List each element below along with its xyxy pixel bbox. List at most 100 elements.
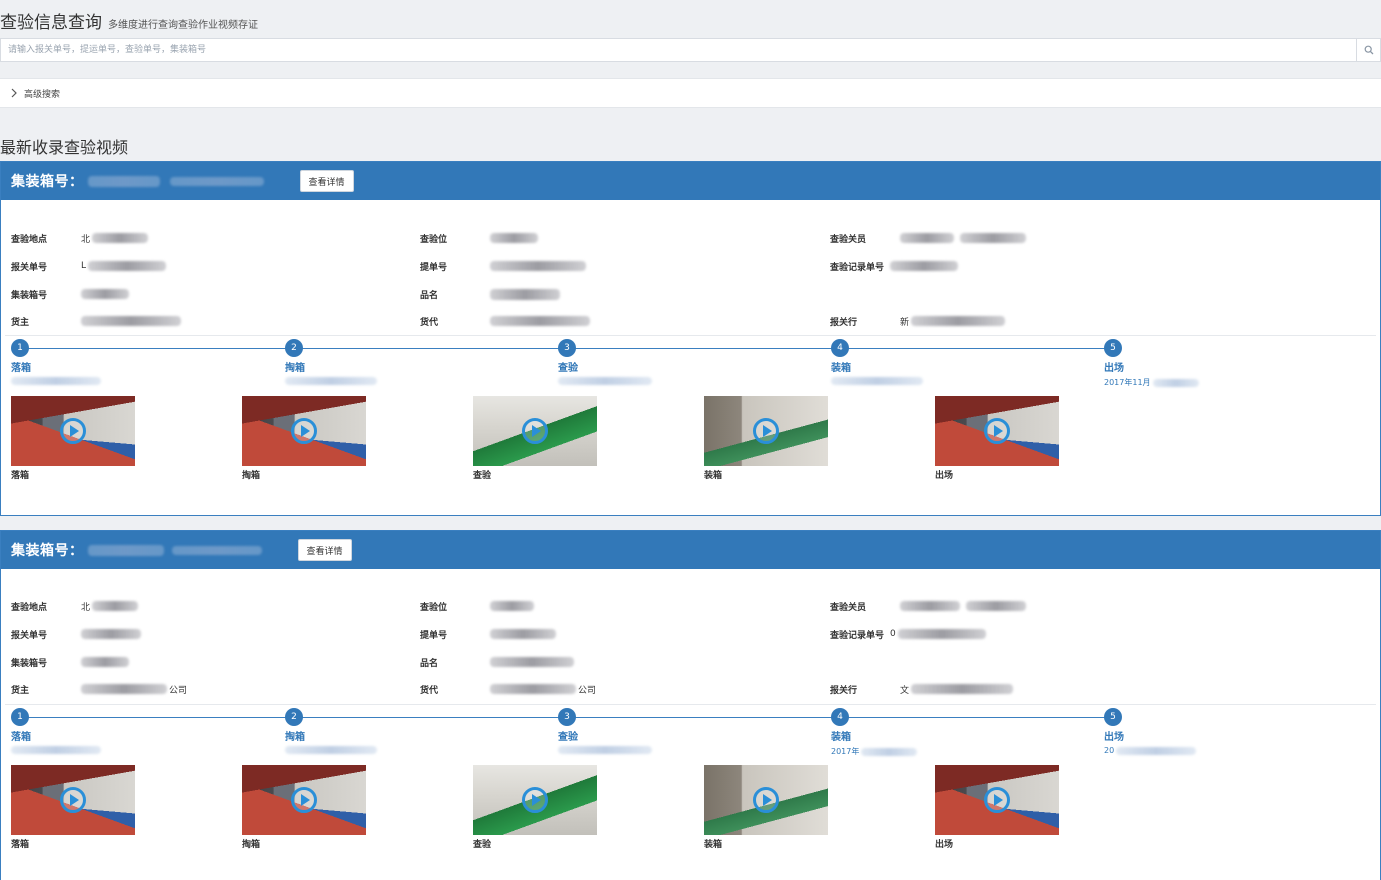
section-title: 最新收录查验视频 (0, 138, 129, 157)
record-card: 集装箱号： 查看详情 查验地点北 查验位 查验关员 报关单号 L 提单号 查验记录… (0, 161, 1381, 516)
position-value (490, 233, 538, 243)
location-value: 北 (81, 232, 149, 245)
video-thumbnail[interactable] (11, 396, 135, 466)
video-item[interactable]: 出场 (935, 396, 1059, 481)
forwarder-value: 公司 (490, 683, 596, 696)
play-icon[interactable] (753, 418, 779, 444)
officer-key: 查验关员 (830, 602, 867, 613)
video-list: 落箱 掏箱 查验 装箱 出场 (1, 396, 1380, 486)
owner-value: 公司 (81, 683, 187, 696)
officer-value (900, 601, 1026, 611)
product-key: 品名 (420, 658, 439, 669)
view-detail-button[interactable]: 查看详情 (299, 170, 354, 192)
location-key: 查验地点 (11, 234, 48, 245)
bill-value (490, 261, 586, 271)
video-thumbnail[interactable] (935, 765, 1059, 835)
declaration-value: L (81, 261, 167, 271)
card-header: 集装箱号： 查看详情 (1, 162, 1380, 200)
video-thumbnail[interactable] (11, 765, 135, 835)
play-icon[interactable] (522, 787, 548, 813)
advanced-search-label: 高级搜索 (24, 89, 61, 100)
timeline-step: 3 查验 (558, 339, 698, 385)
play-icon[interactable] (522, 418, 548, 444)
timeline-step: 2 掏箱 (285, 339, 425, 385)
play-icon[interactable] (753, 787, 779, 813)
owner-key: 货主 (11, 685, 30, 696)
video-thumbnail[interactable] (473, 765, 597, 835)
page-title: 查验信息查询 (0, 13, 102, 33)
broker-key: 报关行 (830, 317, 858, 328)
view-detail-button[interactable]: 查看详情 (297, 539, 352, 561)
play-icon[interactable] (291, 787, 317, 813)
card-header: 集装箱号： 查看详情 (1, 531, 1380, 569)
video-thumbnail[interactable] (242, 765, 366, 835)
info-grid: 查验地点北 查验位 查验关员 报关单号 提单号 查验记录单号 0 集装箱号 品名 … (5, 569, 1376, 705)
video-thumbnail[interactable] (473, 396, 597, 466)
position-value (490, 601, 534, 611)
video-item[interactable]: 装箱 (704, 396, 828, 481)
position-key: 查验位 (420, 602, 448, 613)
timeline-step: 5 出场 2017年11月 (1104, 339, 1244, 388)
record-value: 0 (890, 629, 986, 639)
video-item[interactable]: 查验 (473, 765, 597, 850)
timeline-step: 4 装箱 (831, 339, 971, 385)
broker-value: 新 (900, 315, 1006, 328)
video-item[interactable]: 查验 (473, 396, 597, 481)
timeline-step: 3 查验 (558, 708, 698, 754)
chevron-right-icon (10, 88, 20, 98)
location-value: 北 (81, 600, 139, 613)
video-item[interactable]: 掏箱 (242, 396, 366, 481)
play-icon[interactable] (291, 418, 317, 444)
bill-key: 提单号 (420, 630, 448, 641)
officer-key: 查验关员 (830, 234, 867, 245)
search-input[interactable] (1, 39, 1356, 61)
timeline: 1 落箱 2 掏箱 3 查验 4 装箱 5 出场 2017年11月 (1, 336, 1380, 396)
record-value (890, 261, 958, 271)
timeline-step: 1 落箱 (11, 339, 151, 385)
broker-key: 报关行 (830, 685, 858, 696)
video-thumbnail[interactable] (935, 396, 1059, 466)
video-thumbnail[interactable] (242, 396, 366, 466)
container-no-value (81, 657, 129, 667)
advanced-search-toggle[interactable]: 高级搜索 (0, 78, 1381, 108)
video-item[interactable]: 落箱 (11, 396, 135, 481)
container-no-value (81, 289, 129, 299)
timeline-step: 5 出场 20 (1104, 708, 1244, 755)
bill-key: 提单号 (420, 262, 448, 273)
video-thumbnail[interactable] (704, 765, 828, 835)
broker-value: 文 (900, 683, 1014, 696)
video-list: 落箱 掏箱 查验 装箱 出场 (1, 765, 1380, 855)
play-icon[interactable] (60, 418, 86, 444)
video-item[interactable]: 落箱 (11, 765, 135, 850)
forwarder-key: 货代 (420, 317, 439, 328)
container-key: 集装箱号 (11, 658, 48, 669)
container-key: 集装箱号 (11, 290, 48, 301)
timeline-step: 2 掏箱 (285, 708, 425, 754)
page-subtitle: 多维度进行查询查验作业视频存证 (108, 20, 258, 31)
video-item[interactable]: 掏箱 (242, 765, 366, 850)
timeline: 1 落箱 2 掏箱 3 查验 4 装箱 2017年 5 出场 20 (1, 705, 1380, 765)
page-header: 查验信息查询 多维度进行查询查验作业视频存证 (0, 8, 258, 34)
officer-value (900, 233, 1026, 243)
timeline-step: 4 装箱 2017年 (831, 708, 971, 757)
search-icon (1364, 45, 1373, 55)
play-icon[interactable] (984, 418, 1010, 444)
search-button[interactable] (1356, 39, 1380, 61)
declaration-key: 报关单号 (11, 630, 48, 641)
play-icon[interactable] (984, 787, 1010, 813)
declaration-value (81, 629, 141, 639)
play-icon[interactable] (60, 787, 86, 813)
video-thumbnail[interactable] (704, 396, 828, 466)
location-key: 查验地点 (11, 602, 48, 613)
video-item[interactable]: 出场 (935, 765, 1059, 850)
container-label: 集装箱号： (11, 543, 84, 559)
product-value (490, 288, 560, 300)
position-key: 查验位 (420, 234, 448, 245)
timeline-step: 1 落箱 (11, 708, 151, 754)
declaration-key: 报关单号 (11, 262, 48, 273)
container-value (87, 544, 262, 556)
info-grid: 查验地点北 查验位 查验关员 报关单号 L 提单号 查验记录单号 集装箱号 品名 … (5, 200, 1376, 336)
record-card: 集装箱号： 查看详情 查验地点北 查验位 查验关员 报关单号 提单号 查验记录单… (0, 530, 1381, 880)
search-bar (0, 38, 1381, 62)
video-item[interactable]: 装箱 (704, 765, 828, 850)
